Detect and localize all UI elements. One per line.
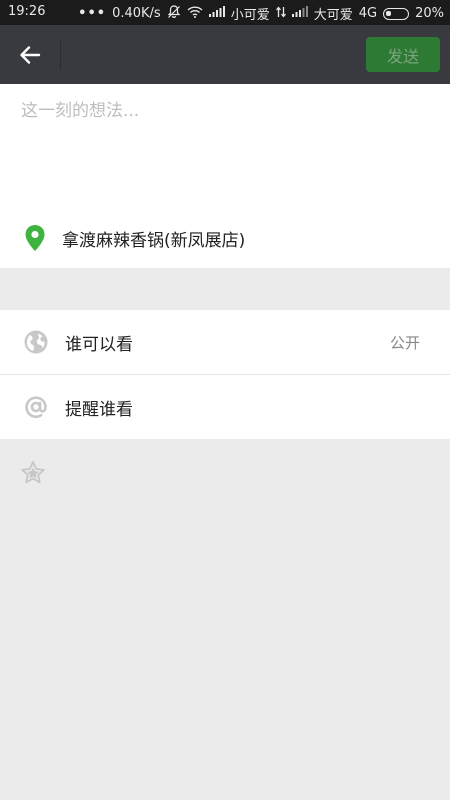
compose-area: 这一刻的想法... 拿渡麻辣香锅(新凤展店) (0, 84, 450, 268)
signal-icon-2 (291, 6, 308, 21)
visibility-label: 谁可以看 (65, 334, 133, 355)
status-right: ••• 0.40K/s 小可爱 大可爱 4G 20% (78, 4, 444, 23)
status-time: 19:26 (8, 4, 46, 19)
at-icon (25, 396, 47, 419)
globe-icon (24, 330, 48, 354)
arrow-left-icon (20, 46, 41, 64)
top-bar: 发送 (0, 25, 450, 84)
carrier-1: 小可爱 (230, 8, 270, 23)
remind-row[interactable]: 提醒谁看 (0, 375, 450, 439)
status-bar: 19:26 ••• 0.40K/s 小可爱 大可爱 4G 20% (0, 0, 450, 25)
mute-icon (167, 4, 181, 23)
carrier-2: 大可爱 (313, 8, 353, 23)
network-type: 4G (358, 6, 378, 21)
visibility-row[interactable]: 谁可以看 公开 (0, 310, 450, 374)
signal-icon (208, 6, 225, 21)
visibility-value: 公开 (389, 333, 420, 352)
top-bar-divider (60, 40, 61, 70)
network-speed: 0.40K/s (112, 6, 161, 21)
settings-list: 谁可以看 公开 提醒谁看 (0, 310, 450, 439)
wifi-icon (187, 5, 203, 22)
location-label: 拿渡麻辣香锅(新凤展店) (62, 230, 246, 251)
data-transfer-icon (275, 5, 286, 22)
battery-icon (383, 7, 410, 20)
battery-percent: 20% (415, 6, 444, 21)
star-icon[interactable] (20, 460, 46, 486)
location-row[interactable]: 拿渡麻辣香锅(新凤展店) (24, 224, 245, 252)
status-dots: ••• (78, 6, 107, 21)
location-pin-icon (25, 225, 45, 251)
back-button[interactable] (8, 33, 52, 77)
thought-input[interactable]: 这一刻的想法... (21, 96, 139, 121)
send-button[interactable]: 发送 (366, 37, 440, 72)
remind-label: 提醒谁看 (65, 399, 133, 420)
